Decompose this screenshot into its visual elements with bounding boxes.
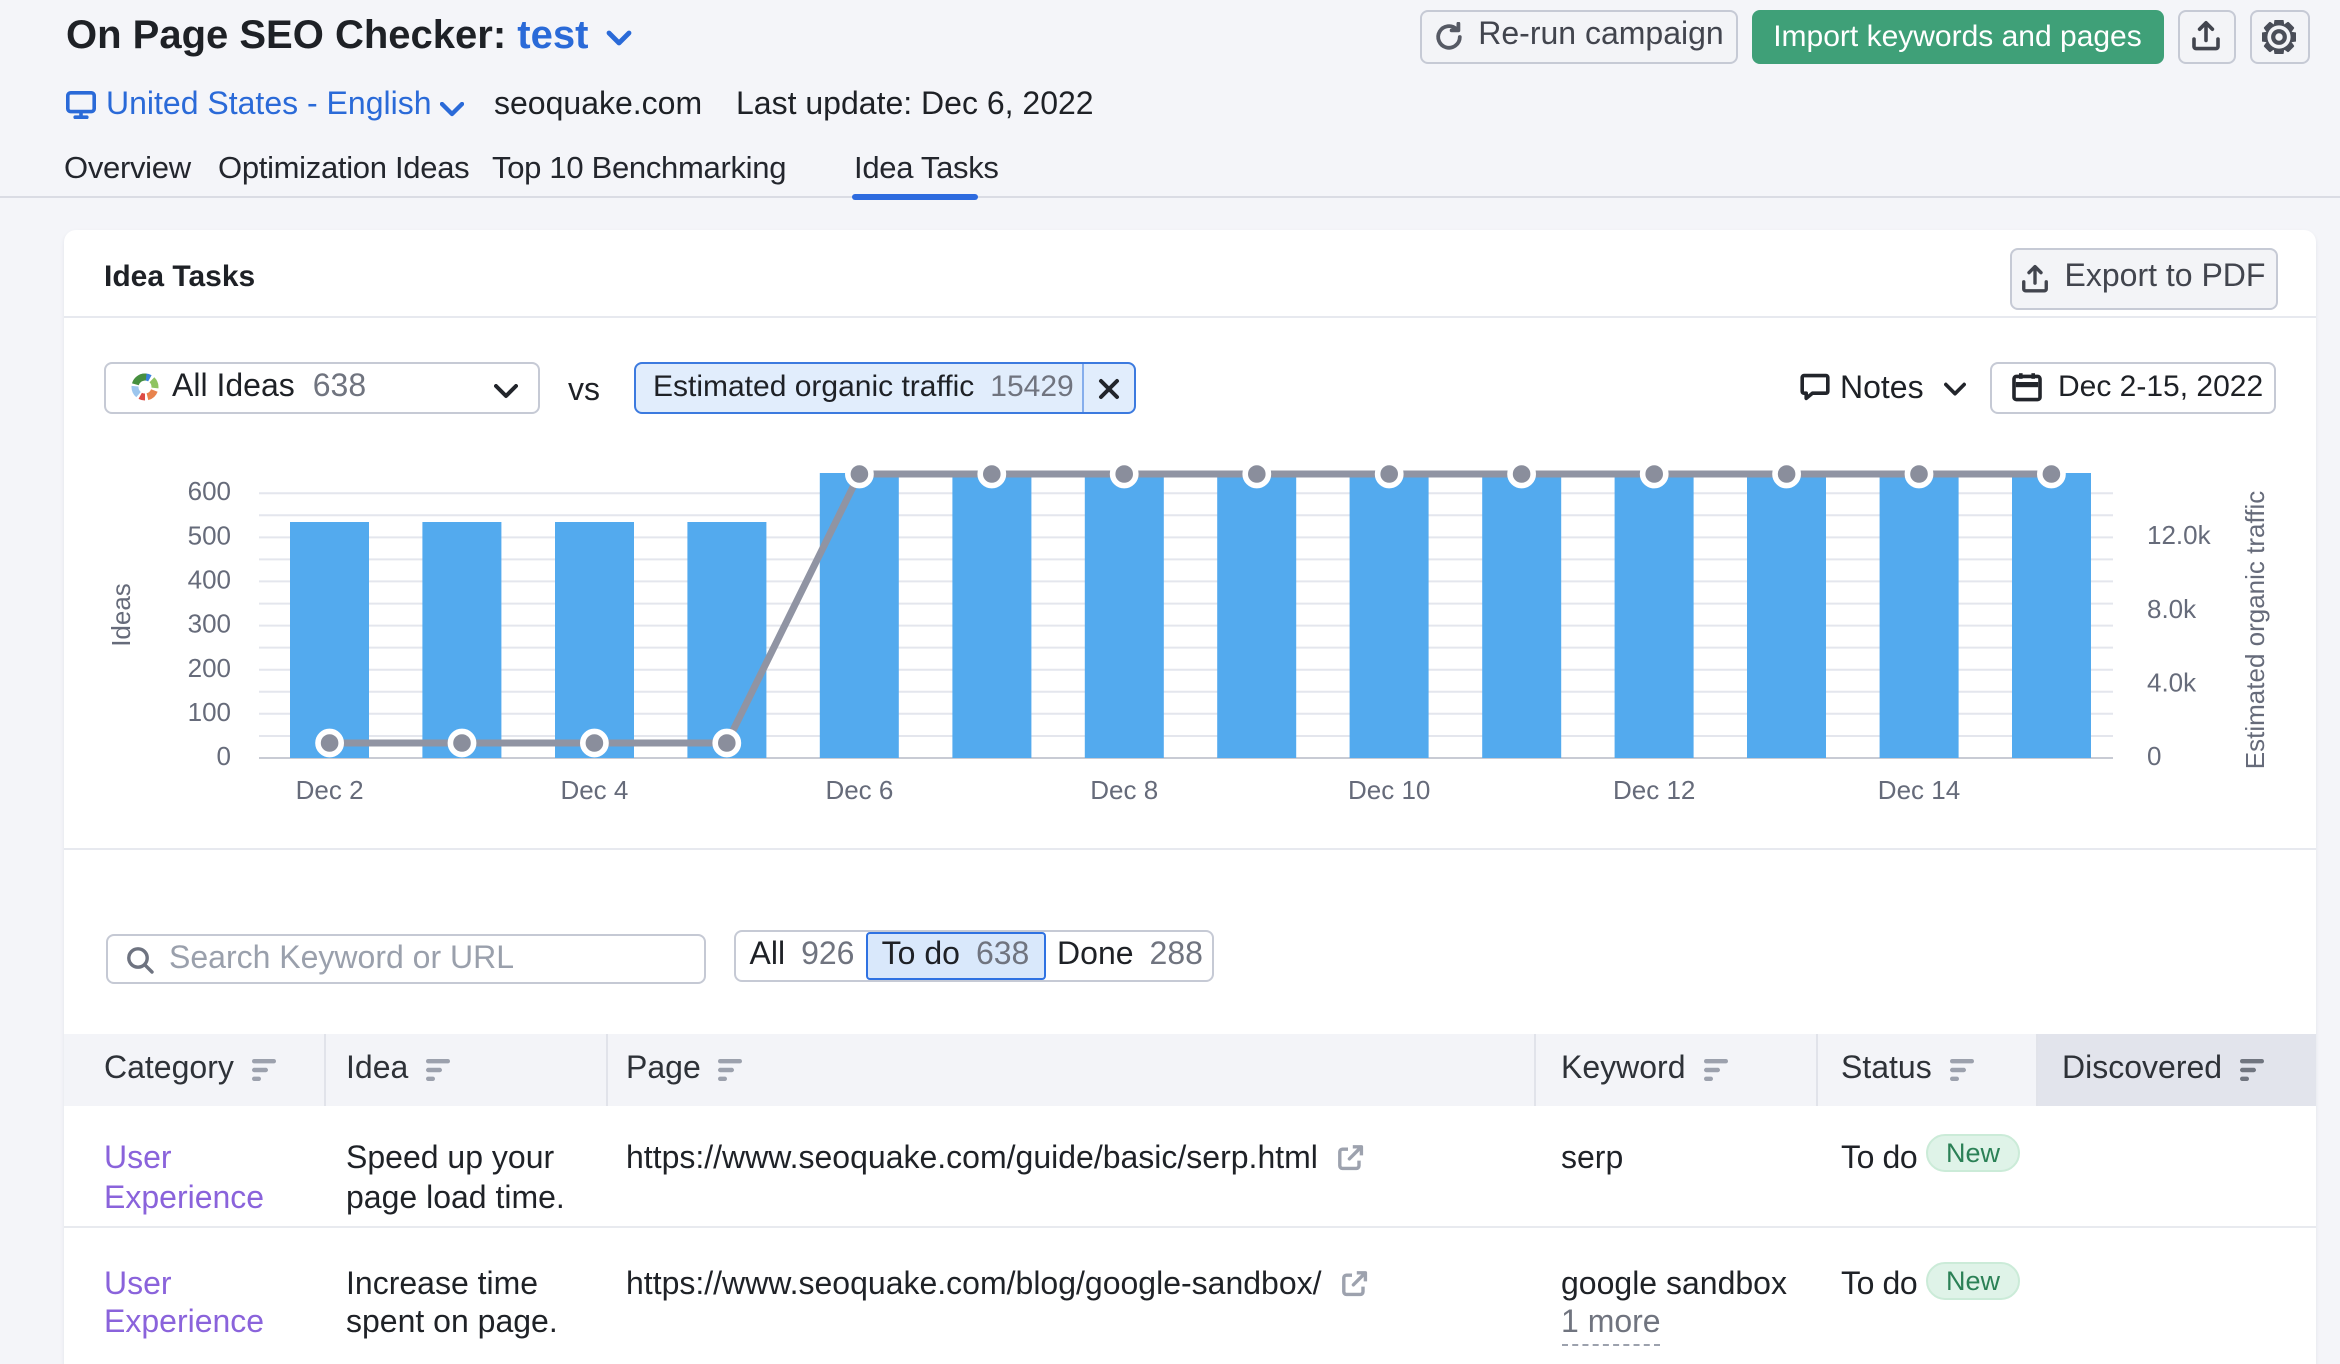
svg-text:300: 300 [188,609,231,639]
svg-text:200: 200 [188,653,231,683]
svg-text:Dec 10: Dec 10 [1348,775,1430,805]
svg-text:12.0k: 12.0k [2147,520,2212,550]
svg-text:Ideas: Ideas [106,583,136,647]
svg-text:0: 0 [217,741,231,771]
svg-text:Dec 8: Dec 8 [1090,775,1158,805]
svg-text:Dec 14: Dec 14 [1878,775,1960,805]
svg-text:600: 600 [188,476,231,506]
svg-text:Dec 12: Dec 12 [1613,775,1695,805]
svg-text:0: 0 [2147,741,2161,771]
svg-text:4.0k: 4.0k [2147,667,2197,697]
svg-text:Estimated organic traffic: Estimated organic traffic [2240,491,2270,769]
svg-text:8.0k: 8.0k [2147,594,2197,624]
svg-text:Dec 6: Dec 6 [825,775,893,805]
svg-text:Dec 2: Dec 2 [296,775,364,805]
svg-text:100: 100 [188,697,231,727]
svg-text:500: 500 [188,520,231,550]
svg-text:Dec 4: Dec 4 [560,775,628,805]
svg-text:400: 400 [188,564,231,594]
